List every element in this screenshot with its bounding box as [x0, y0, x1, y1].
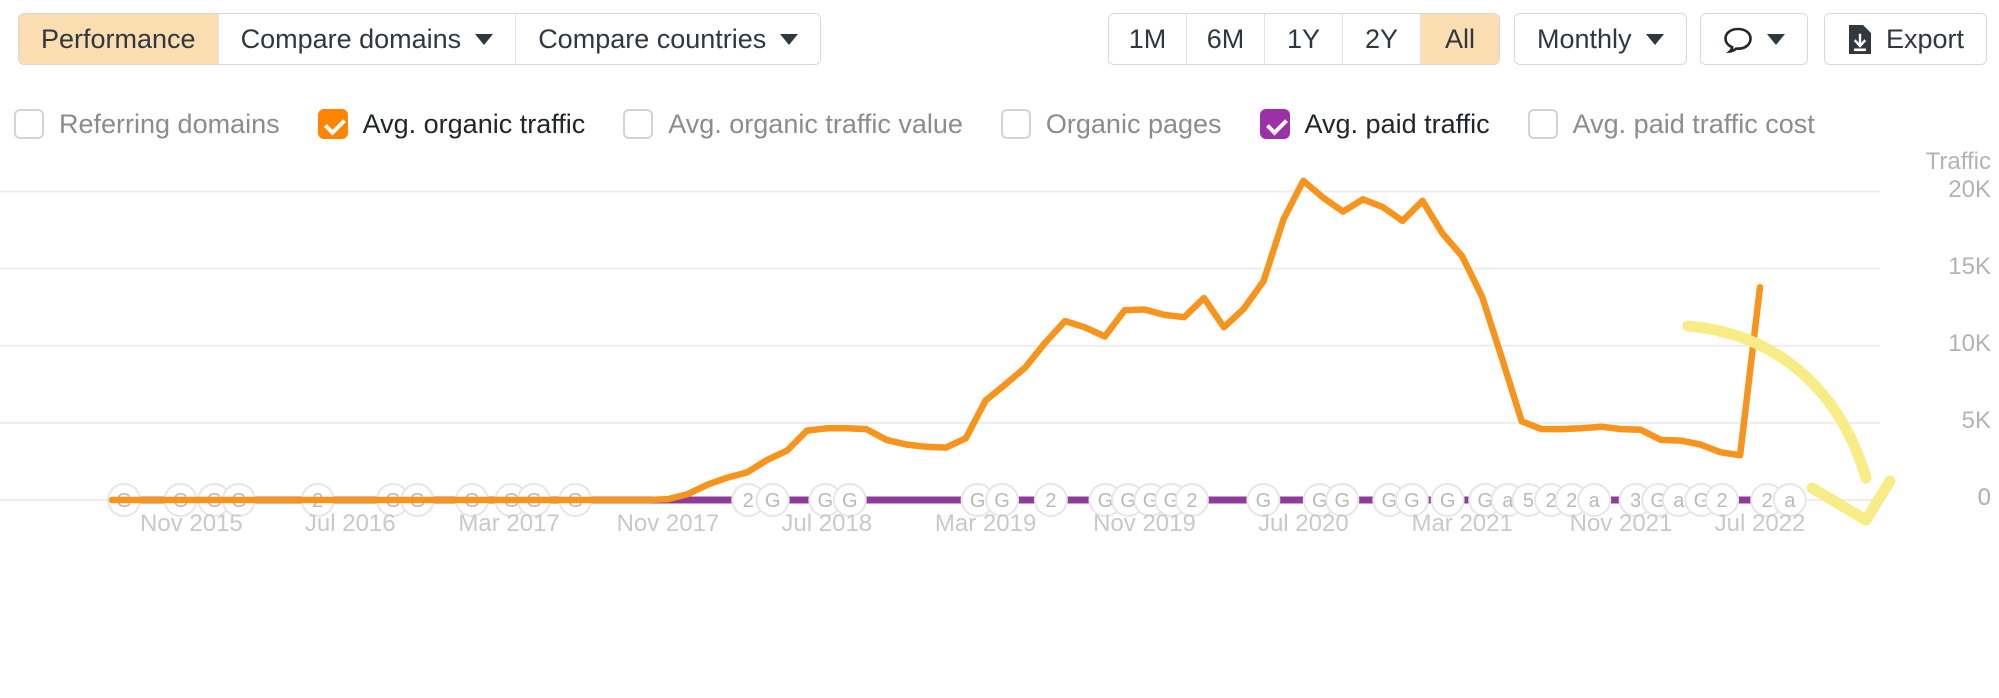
tab-performance[interactable]: Performance: [19, 14, 219, 64]
chart-plot-svg: GGGG2GGGGGG2GGGGG2GGGG2GGGGGGGa522a3GaG2…: [0, 177, 1896, 526]
y-axis-tick-label-zero: 0: [1977, 484, 1991, 511]
x-axis-tick-label: Mar 2019: [934, 510, 1037, 537]
svg-text:G: G: [842, 490, 858, 512]
svg-text:G: G: [1477, 490, 1493, 512]
y-axis-tick-label: 20K: [1948, 175, 1991, 203]
checkbox-avg-organic-traffic-value[interactable]: [623, 109, 654, 139]
svg-text:2: 2: [743, 490, 754, 512]
period-dropdown-group: Monthly: [1514, 13, 1687, 65]
x-axis-tick-label: Jul 2020: [1257, 510, 1349, 537]
x-axis-tick-label: Nov 2019: [1093, 510, 1196, 537]
legend-label-referring-domains: Referring domains: [59, 108, 280, 139]
export-button[interactable]: Export: [1825, 14, 1987, 64]
legend-label-avg-organic-traffic-value: Avg. organic traffic value: [668, 108, 963, 139]
tab-compare-countries[interactable]: Compare countries: [516, 14, 821, 64]
view-mode-tab-group: Performance Compare domains Compare coun…: [18, 13, 822, 65]
chart-gridlines: [0, 190, 1880, 501]
svg-text:G: G: [765, 490, 781, 512]
checkbox-referring-domains[interactable]: [14, 109, 44, 139]
range-1y-label: 1Y: [1286, 23, 1321, 54]
x-axis-tick-label: Nov 2015: [140, 510, 243, 537]
export-label: Export: [1886, 23, 1965, 54]
y-axis-tick-label: 15K: [1948, 252, 1991, 280]
legend-item-organic-pages[interactable]: Organic pages: [1000, 108, 1222, 140]
checkbox-avg-paid-traffic-cost[interactable]: [1527, 109, 1558, 139]
chevron-down-icon: [1645, 33, 1664, 45]
legend-item-avg-paid-traffic[interactable]: Avg. paid traffic: [1259, 108, 1490, 140]
x-axis-tick-label: Jul 2016: [304, 510, 396, 537]
svg-text:G: G: [1312, 490, 1328, 512]
svg-text:G: G: [1335, 490, 1351, 512]
legend-item-referring-domains[interactable]: Referring domains: [14, 109, 280, 140]
x-axis-tick-label: Mar 2017: [458, 510, 560, 537]
svg-text:G: G: [1256, 490, 1272, 512]
checkbox-avg-paid-traffic[interactable]: [1259, 109, 1290, 139]
svg-text:G: G: [1382, 490, 1398, 512]
tab-performance-label: Performance: [41, 23, 196, 54]
chevron-down-icon: [780, 33, 799, 45]
range-1y[interactable]: 1Y: [1265, 14, 1343, 64]
svg-text:2: 2: [1717, 490, 1728, 512]
tab-compare-countries-label: Compare countries: [538, 23, 767, 54]
series-avg-organic-traffic: [108, 177, 1764, 504]
x-axis-tick-label: Mar 2021: [1411, 510, 1513, 537]
range-6m-label: 6M: [1206, 23, 1245, 54]
svg-text:G: G: [994, 490, 1010, 512]
tab-compare-domains[interactable]: Compare domains: [218, 14, 517, 64]
range-2y-label: 2Y: [1364, 23, 1399, 54]
legend-label-avg-paid-traffic: Avg. paid traffic: [1304, 108, 1490, 139]
range-all[interactable]: All: [1421, 14, 1499, 64]
range-1m[interactable]: 1M: [1109, 14, 1187, 64]
svg-text:G: G: [1440, 490, 1456, 512]
y-axis-tick-label: 5K: [1961, 406, 1991, 434]
legend-label-organic-pages: Organic pages: [1045, 108, 1222, 139]
legend-item-avg-organic-traffic-value[interactable]: Avg. organic traffic value: [623, 109, 963, 140]
traffic-chart[interactable]: GGGG2GGGGGG2GGGGG2GGGG2GGGGGGGa522a3GaG2…: [0, 148, 1999, 698]
svg-text:G: G: [1098, 490, 1114, 512]
notes-dropdown[interactable]: [1701, 14, 1807, 64]
svg-text:a: a: [1784, 490, 1796, 512]
svg-text:2: 2: [1045, 490, 1056, 512]
x-axis-tick-label: Nov 2017: [616, 510, 720, 537]
x-axis-tick-label: Jul 2022: [1714, 510, 1806, 537]
svg-text:G: G: [1120, 490, 1136, 512]
date-range-group: 1M 6M 1Y 2Y All: [1108, 13, 1500, 65]
export-group: Export: [1824, 13, 1988, 65]
svg-text:3: 3: [1630, 490, 1641, 512]
legend-item-avg-organic-traffic[interactable]: Avg. organic traffic: [317, 108, 586, 140]
checkbox-avg-organic-traffic[interactable]: [317, 109, 348, 139]
svg-text:a: a: [1589, 490, 1601, 512]
x-axis-tick-label: Nov 2021: [1569, 510, 1673, 537]
speech-bubble-icon: [1723, 26, 1753, 54]
timeline-marker[interactable]: 2: [1033, 483, 1068, 517]
svg-text:2: 2: [1566, 490, 1577, 512]
svg-text:G: G: [818, 490, 834, 512]
checkbox-organic-pages[interactable]: [1000, 109, 1031, 139]
metric-legend: Referring domains Avg. organic traffic A…: [0, 100, 1999, 148]
svg-text:G: G: [1404, 490, 1420, 512]
legend-label-avg-organic-traffic: Avg. organic traffic: [362, 108, 586, 139]
chevron-down-icon: [475, 33, 494, 45]
svg-text:2: 2: [1762, 490, 1773, 512]
x-axis-tick-label: Jul 2018: [781, 510, 873, 537]
chart-toolbar: Performance Compare domains Compare coun…: [0, 0, 1999, 76]
svg-text:G: G: [970, 490, 986, 512]
legend-label-avg-paid-traffic-cost: Avg. paid traffic cost: [1572, 108, 1815, 139]
y-axis-title: Traffic: [1925, 148, 1991, 175]
y-axis-tick-label: 10K: [1948, 329, 1991, 357]
period-dropdown[interactable]: Monthly: [1515, 14, 1686, 64]
svg-text:2: 2: [1186, 490, 1197, 512]
range-1m-label: 1M: [1128, 23, 1167, 54]
notes-dropdown-group: [1700, 13, 1808, 65]
range-6m[interactable]: 6M: [1187, 14, 1265, 64]
download-file-icon: [1847, 24, 1873, 54]
legend-item-avg-paid-traffic-cost[interactable]: Avg. paid traffic cost: [1527, 108, 1815, 140]
svg-text:a: a: [1673, 490, 1685, 512]
range-all-label: All: [1444, 23, 1475, 54]
period-label: Monthly: [1537, 23, 1632, 54]
range-2y[interactable]: 2Y: [1343, 14, 1421, 64]
svg-text:5: 5: [1523, 490, 1534, 512]
chevron-down-icon: [1767, 33, 1785, 45]
tab-compare-domains-label: Compare domains: [240, 23, 462, 54]
